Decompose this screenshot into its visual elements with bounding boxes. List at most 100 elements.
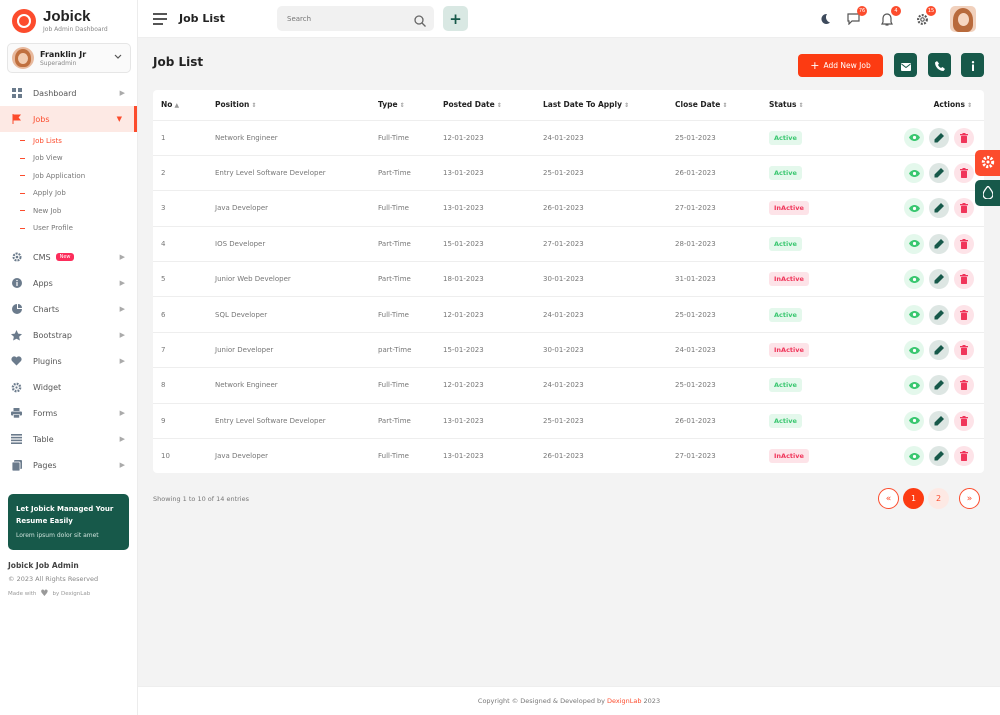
jobs-submenu: Job Lists Job View Job Application Apply… <box>0 132 137 237</box>
sidebar-item-plugins[interactable]: Plugins ▶ <box>0 348 137 374</box>
brand[interactable]: Jobick Job Admin Dashboard <box>12 6 108 36</box>
sidebar-item-bootstrap[interactable]: Bootstrap ▶ <box>0 322 137 348</box>
cell-posted-date: 12-01-2023 <box>435 367 535 404</box>
add-button[interactable]: + <box>443 6 468 31</box>
delete-button[interactable] <box>954 446 974 467</box>
delete-button[interactable] <box>954 375 974 396</box>
info-button[interactable] <box>961 53 984 77</box>
header-avatar[interactable] <box>950 6 976 32</box>
sidebar-item-dashboard[interactable]: Dashboard ▶ <box>0 80 137 106</box>
view-button[interactable] <box>904 340 924 361</box>
page-title: Job List <box>153 55 204 69</box>
column-header-last-date[interactable]: Last Date To Apply ⇕ <box>535 90 667 121</box>
column-header-position[interactable]: Position ⇕ <box>207 90 370 121</box>
search-input[interactable] <box>287 14 407 23</box>
submenu-job-lists[interactable]: Job Lists <box>20 132 137 150</box>
next-page-button[interactable]: » <box>959 488 980 509</box>
page-button-2[interactable]: 2 <box>928 488 949 509</box>
gear-icon[interactable]: 15 <box>914 6 936 27</box>
cell-last-date: 24-01-2023 <box>535 296 667 333</box>
sidebar-item-cms[interactable]: CMS New ▶ <box>0 244 137 270</box>
cell-no: 6 <box>153 296 207 333</box>
column-header-close-date[interactable]: Close Date ⇕ <box>667 90 761 121</box>
view-button[interactable] <box>904 163 924 184</box>
color-picker-button[interactable] <box>975 180 1000 206</box>
edit-button[interactable] <box>929 198 949 219</box>
view-button[interactable] <box>904 304 924 325</box>
delete-button[interactable] <box>954 127 974 148</box>
footer-brand-link[interactable]: DexignLab <box>607 697 642 705</box>
chevron-right-icon: ▶ <box>119 89 125 97</box>
cell-no: 5 <box>153 261 207 298</box>
sidebar-item-apps[interactable]: Apps ▶ <box>0 270 137 296</box>
hamburger-menu-icon[interactable] <box>153 13 167 25</box>
sidebar-item-forms[interactable]: Forms ▶ <box>0 400 137 426</box>
edit-button[interactable] <box>929 375 949 396</box>
sidebar-item-label: Bootstrap <box>33 330 72 340</box>
cell-position: Java Developer <box>215 452 269 461</box>
cell-status: Active <box>761 155 871 192</box>
sidebar-item-table[interactable]: Table ▶ <box>0 426 137 452</box>
column-header-posted-date[interactable]: Posted Date ⇕ <box>435 90 535 121</box>
submenu-job-application[interactable]: Job Application <box>20 167 137 185</box>
info-icon <box>971 56 975 75</box>
delete-button[interactable] <box>954 163 974 184</box>
cell-position: Entry Level Software Developer <box>207 155 370 192</box>
user-dropdown[interactable]: Franklin Jr Superadmin <box>7 43 131 73</box>
sidebar-item-charts[interactable]: Charts ▶ <box>0 296 137 322</box>
moon-icon[interactable] <box>817 11 833 27</box>
pencil-icon <box>934 415 944 426</box>
delete-button[interactable] <box>954 198 974 219</box>
view-button[interactable] <box>904 446 924 467</box>
delete-button[interactable] <box>954 233 974 254</box>
delete-button[interactable] <box>954 269 974 290</box>
column-header-no[interactable]: No ▲ <box>153 90 207 121</box>
edit-button[interactable] <box>929 304 949 325</box>
cell-close-date: 27-01-2023 <box>675 452 716 461</box>
chevron-right-icon: ▶ <box>119 253 125 261</box>
promo-card[interactable]: Let Jobick Managed Your Resume Easily Lo… <box>8 494 129 550</box>
submenu-new-job[interactable]: New Job <box>20 202 137 220</box>
prev-page-button[interactable]: « <box>878 488 899 509</box>
view-button[interactable] <box>904 269 924 290</box>
status-badge: InActive <box>769 449 809 464</box>
bell-icon[interactable]: 4 <box>879 6 901 27</box>
sidebar-menu: Dashboard ▶ Jobs ▼ Job Lists Job View Jo… <box>0 80 137 478</box>
column-header-status[interactable]: Status ⇕ <box>761 90 871 121</box>
column-header-actions[interactable]: Actions ⇕ <box>871 90 984 121</box>
page-button-1[interactable]: 1 <box>903 488 924 509</box>
trash-icon <box>960 415 968 426</box>
theme-settings-button[interactable] <box>975 150 1000 176</box>
column-header-type[interactable]: Type ⇕ <box>370 90 435 121</box>
edit-button[interactable] <box>929 410 949 431</box>
sidebar-item-widget[interactable]: Widget <box>0 374 137 400</box>
delete-button[interactable] <box>954 410 974 431</box>
view-button[interactable] <box>904 233 924 254</box>
delete-button[interactable] <box>954 340 974 361</box>
edit-button[interactable] <box>929 127 949 148</box>
status-badge: Active <box>769 378 802 393</box>
messages-icon[interactable]: 76 <box>845 6 867 27</box>
search-icon[interactable] <box>414 12 426 31</box>
submenu-job-view[interactable]: Job View <box>20 150 137 168</box>
user-role: Superadmin <box>40 59 77 67</box>
view-button[interactable] <box>904 375 924 396</box>
edit-button[interactable] <box>929 269 949 290</box>
email-button[interactable] <box>894 53 917 77</box>
view-button[interactable] <box>904 198 924 219</box>
view-button[interactable] <box>904 410 924 431</box>
edit-button[interactable] <box>929 163 949 184</box>
submenu-user-profile[interactable]: User Profile <box>20 220 137 238</box>
view-button[interactable] <box>904 127 924 148</box>
edit-button[interactable] <box>929 446 949 467</box>
sidebar-item-jobs[interactable]: Jobs ▼ <box>0 106 137 132</box>
delete-button[interactable] <box>954 304 974 325</box>
edit-button[interactable] <box>929 340 949 361</box>
phone-button[interactable] <box>928 53 951 77</box>
edit-button[interactable] <box>929 233 949 254</box>
cell-status: Active <box>761 120 871 156</box>
sidebar-item-pages[interactable]: Pages ▶ <box>0 452 137 478</box>
pencil-icon <box>934 238 944 249</box>
add-new-job-button[interactable]: + Add New Job <box>798 54 883 77</box>
submenu-apply-job[interactable]: Apply Job <box>20 185 137 203</box>
